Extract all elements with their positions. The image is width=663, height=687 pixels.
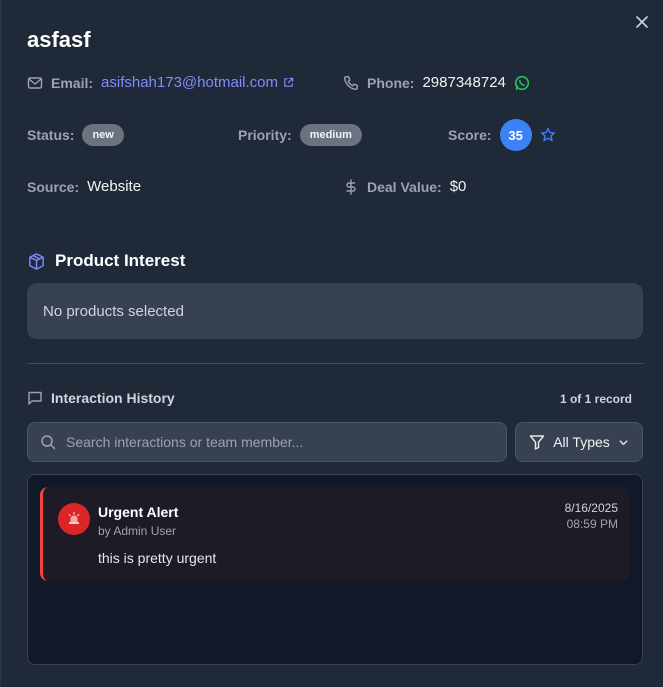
interaction-body: this is pretty urgent <box>98 550 217 566</box>
source-row: Source: Website <box>27 178 141 195</box>
interaction-title: Urgent Alert <box>98 504 179 520</box>
deal-value: $0 <box>449 178 467 195</box>
close-icon[interactable] <box>633 14 651 32</box>
record-count: 1 of 1 record <box>559 392 632 406</box>
type-filter-label: All Types <box>553 434 610 450</box>
priority-row: Priority: medium <box>238 124 362 146</box>
priority-label: Priority: <box>238 127 292 143</box>
whatsapp-icon[interactable] <box>514 75 530 91</box>
package-icon <box>27 252 46 271</box>
source-label: Source: <box>27 178 80 195</box>
search-field[interactable] <box>27 422 507 462</box>
score-label: Score: <box>448 127 492 143</box>
product-interest-header: Product Interest <box>27 251 185 271</box>
deal-value-row: Deal Value: $0 <box>343 178 466 195</box>
search-icon <box>40 434 56 450</box>
priority-badge: medium <box>299 124 362 146</box>
phone-icon <box>343 75 359 91</box>
interaction-item[interactable]: Urgent Alert by Admin User this is prett… <box>40 487 630 581</box>
chevron-down-icon <box>618 437 629 448</box>
type-filter-dropdown[interactable]: All Types <box>515 422 643 462</box>
dollar-icon <box>343 178 359 195</box>
source-value: Website <box>87 178 142 195</box>
phone-row: Phone: 2987348724 <box>343 74 530 91</box>
interaction-history-list: Urgent Alert by Admin User this is prett… <box>27 474 643 665</box>
phone-label: Phone: <box>367 74 415 91</box>
section-divider <box>27 363 643 364</box>
external-link-icon[interactable] <box>283 77 294 88</box>
lead-name: asfasf <box>27 27 91 52</box>
product-interest-title: Product Interest <box>55 251 186 270</box>
search-input[interactable] <box>66 434 506 450</box>
deal-value-label: Deal Value: <box>367 178 442 195</box>
lead-detail-modal: asfasf Email: asifshah173@hotmail.com Ph… <box>0 0 663 687</box>
email-link[interactable]: asifshah173@hotmail.com <box>101 74 278 91</box>
email-label: Email: <box>51 74 94 91</box>
score-row: Score: 35 <box>448 119 556 151</box>
product-interest-empty: No products selected <box>27 283 643 339</box>
filter-icon <box>529 434 545 450</box>
status-label: Status: <box>27 127 75 143</box>
email-row: Email: asifshah173@hotmail.com <box>27 74 294 91</box>
phone-value: 2987348724 <box>422 74 506 91</box>
mail-icon <box>27 75 43 91</box>
status-badge: new <box>82 124 124 146</box>
siren-icon <box>58 503 90 535</box>
status-row: Status: new <box>27 124 124 146</box>
score-badge: 35 <box>499 119 532 151</box>
interaction-date: 8/16/2025 <box>564 501 618 515</box>
star-icon[interactable] <box>540 127 556 143</box>
interaction-time: 08:59 PM <box>566 517 618 531</box>
interaction-history-title: Interaction History <box>51 390 175 406</box>
message-square-icon <box>27 390 43 406</box>
interaction-author: by Admin User <box>98 524 177 538</box>
interaction-history-header: Interaction History <box>27 390 175 406</box>
